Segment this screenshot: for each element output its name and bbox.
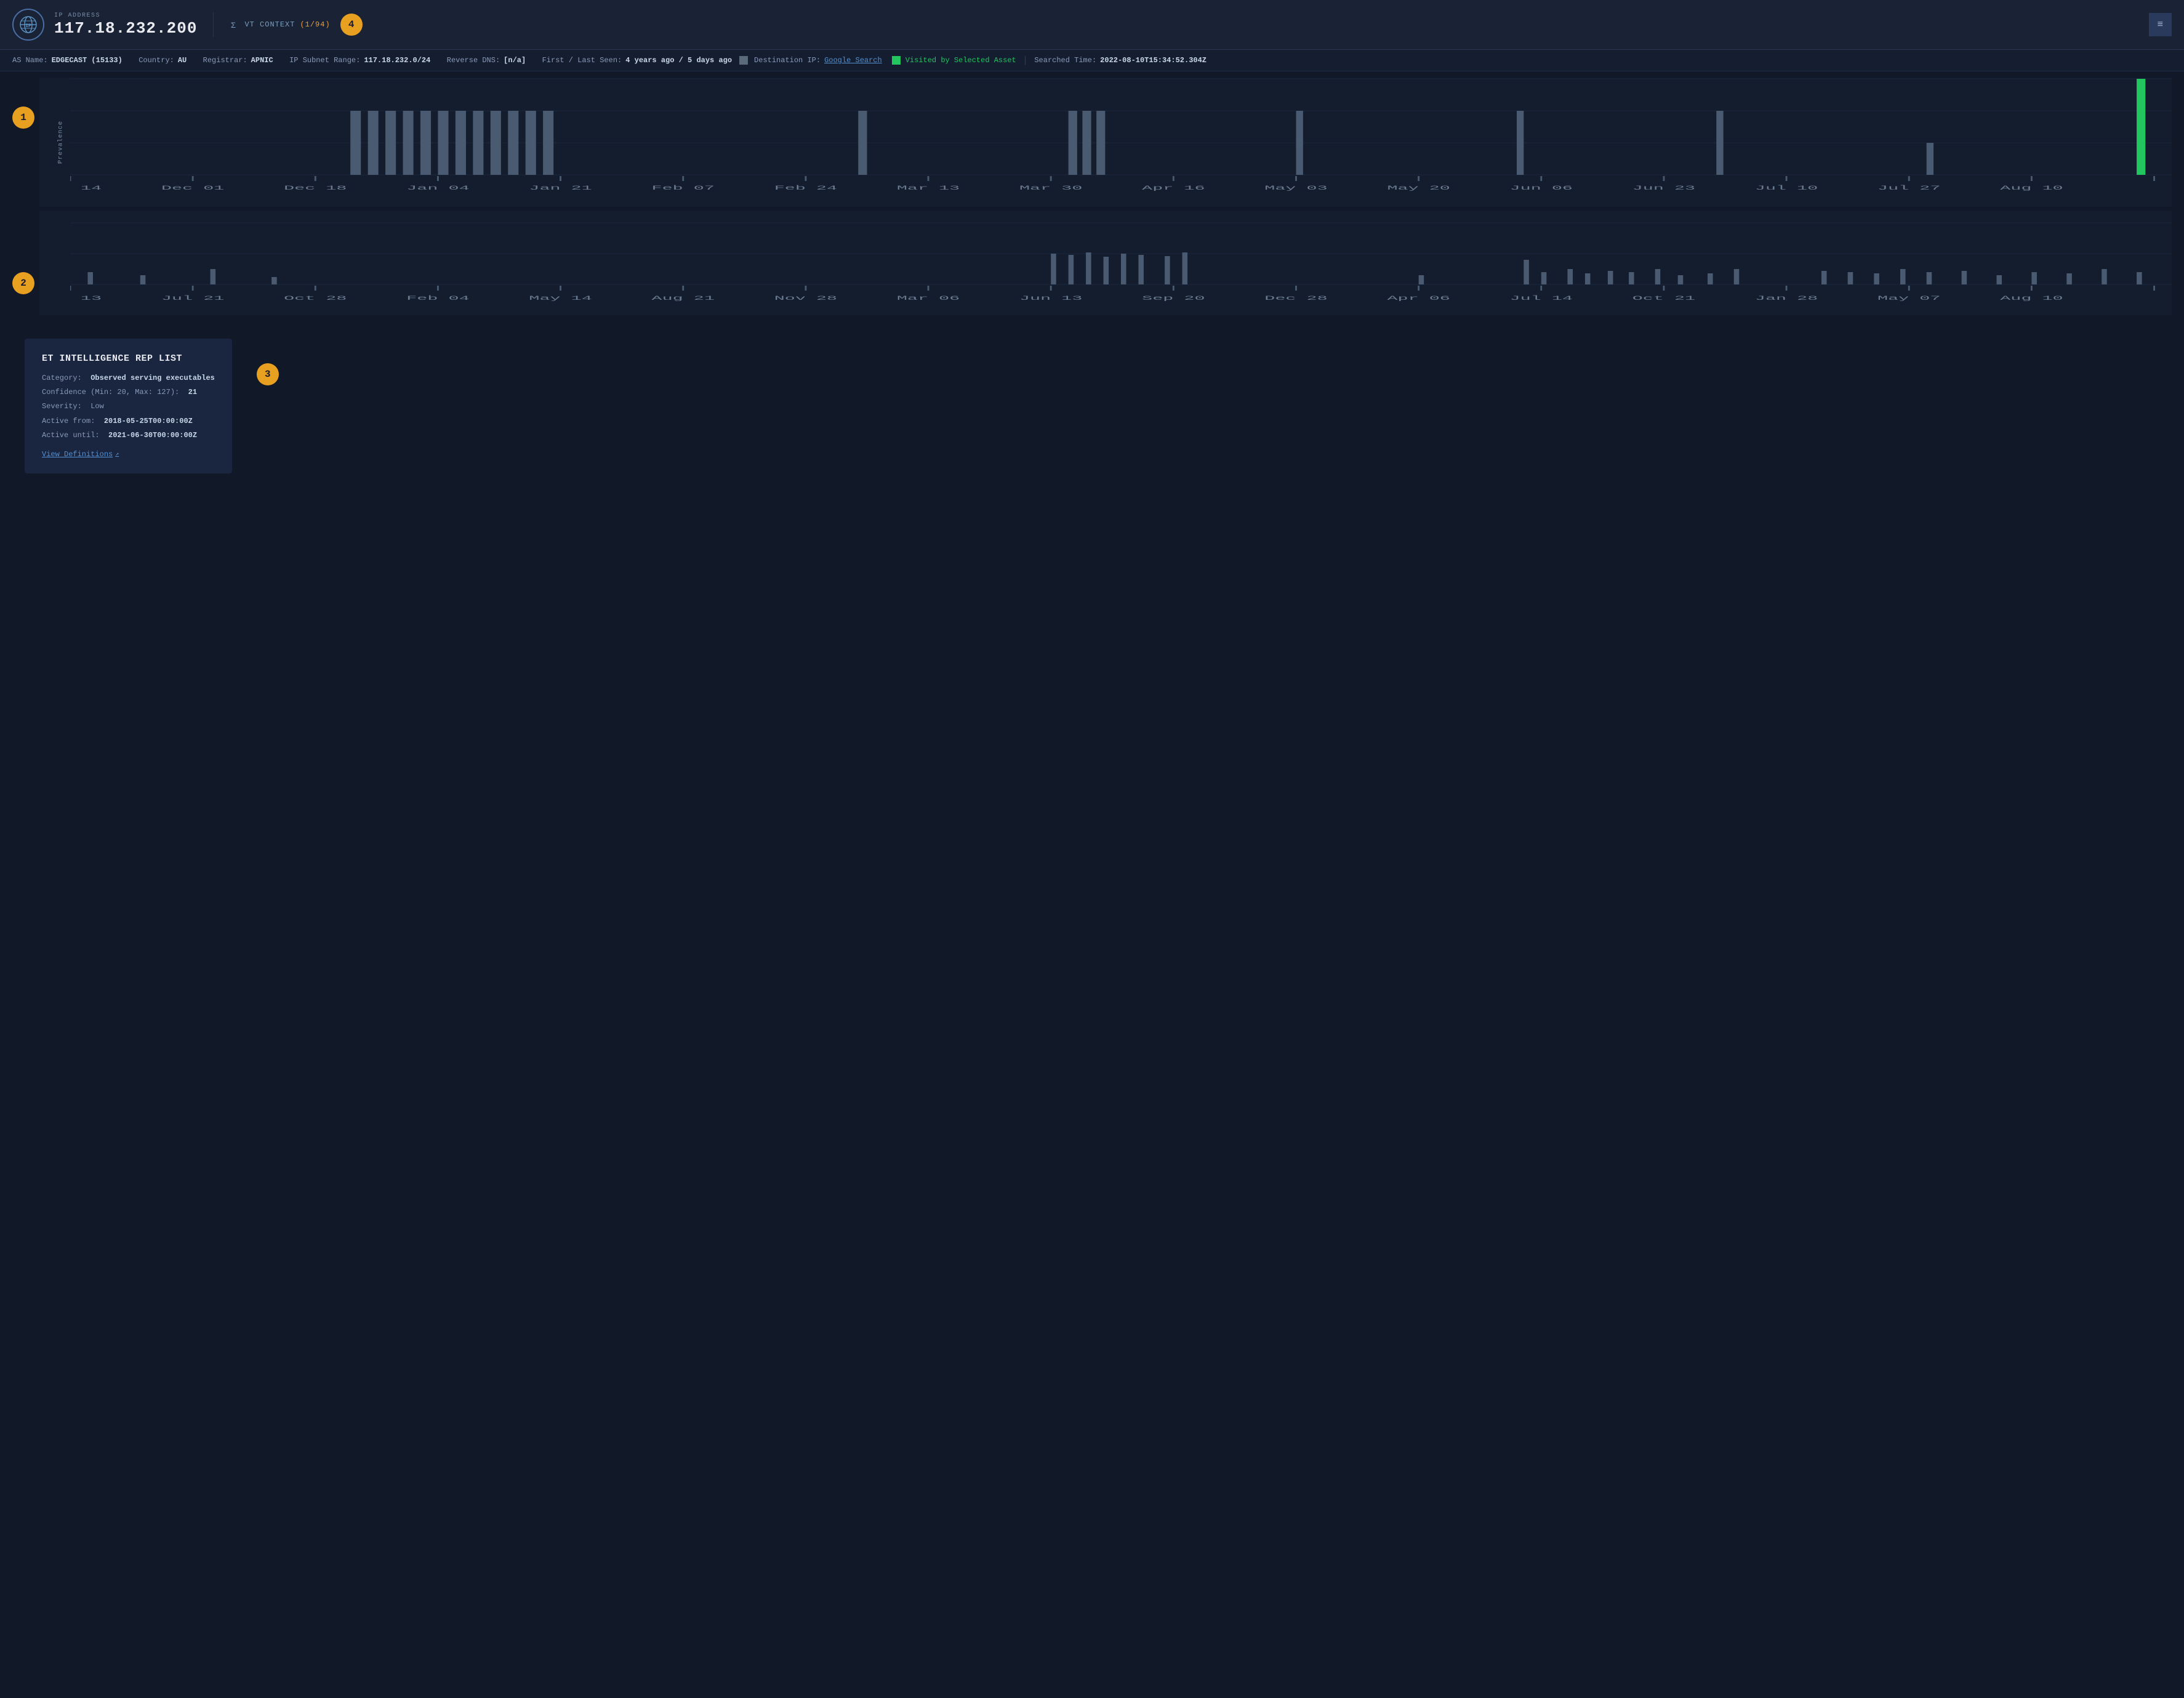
seen-label: First / Last Seen: <box>542 56 622 65</box>
svg-text:Aug 10: Aug 10 <box>2000 185 2063 191</box>
svg-text:Jun 13: Jun 13 <box>1019 295 1082 302</box>
svg-text:Apr 06: Apr 06 <box>1387 295 1450 302</box>
charts-container: 1 2 Prevalence <box>0 71 2184 316</box>
svg-text:Jul 27: Jul 27 <box>1877 185 1940 191</box>
dest-ip-legend <box>739 56 748 65</box>
header-ip-block: IP ADDRESS 117.18.232.200 <box>54 12 197 38</box>
svg-text:Sep 20: Sep 20 <box>1142 295 1205 302</box>
severity-line: Severity: Low <box>42 401 215 412</box>
svg-text:Dec 01: Dec 01 <box>161 185 224 191</box>
svg-text:Jul 21: Jul 21 <box>161 295 224 302</box>
svg-text:May 14: May 14 <box>529 295 592 302</box>
svg-text:Apr 13: Apr 13 <box>70 295 102 302</box>
category-line: Category: Observed serving executables <box>42 372 215 384</box>
chart1-svg: 0 1 2 4 <box>70 78 2172 207</box>
svg-text:Apr 16: Apr 16 <box>1142 185 1205 191</box>
step4-bubble: 4 <box>340 14 363 36</box>
svg-text:Jan 21: Jan 21 <box>529 185 592 191</box>
header: IP IP ADDRESS 117.18.232.200 Σ VT CONTEX… <box>0 0 2184 50</box>
subnet-label: IP Subnet Range: <box>289 56 360 65</box>
svg-text:Jan 04: Jan 04 <box>406 185 469 191</box>
seen-value: 4 years ago / 5 days ago <box>625 56 732 65</box>
active-until-line: Active until: 2021-06-30T00:00:00Z <box>42 430 215 441</box>
step1-bubble: 1 <box>12 107 34 129</box>
et-intel-card: ET INTELLIGENCE REP LIST Category: Obser… <box>25 339 232 473</box>
svg-text:Nov 28: Nov 28 <box>774 295 837 302</box>
sigma-icon: Σ <box>230 20 239 30</box>
svg-text:Aug 21: Aug 21 <box>652 295 715 302</box>
meta-bar: AS Name: EDGECAST (15133) Country: AU Re… <box>0 50 2184 71</box>
svg-text:May 07: May 07 <box>1877 295 1940 302</box>
card-title: ET INTELLIGENCE REP LIST <box>42 353 215 364</box>
category-value: Observed serving executables <box>90 374 215 382</box>
svg-text:Mar 30: Mar 30 <box>1019 185 1082 191</box>
svg-text:Jul 10: Jul 10 <box>1755 185 1818 191</box>
registrar-label: Registrar: <box>203 56 247 65</box>
header-divider <box>213 12 214 37</box>
svg-text:Σ: Σ <box>231 21 236 30</box>
filter-button[interactable]: ≡ <box>2149 13 2172 36</box>
svg-text:Jun 23: Jun 23 <box>1632 185 1695 191</box>
chart1: Prevalence 0 1 2 4 <box>39 78 2172 207</box>
ip-address: 117.18.232.200 <box>54 19 197 38</box>
svg-text:Feb 04: Feb 04 <box>406 295 469 302</box>
svg-text:Feb 24: Feb 24 <box>774 185 837 191</box>
as-name-label: AS Name: <box>12 56 48 65</box>
active-from-value: 2018-05-25T00:00:00Z <box>104 417 193 425</box>
ip-globe-icon: IP <box>12 9 44 41</box>
svg-text:Dec 18: Dec 18 <box>284 185 347 191</box>
chart2: 0 2 4 <box>39 211 2172 315</box>
severity-value: Low <box>90 402 104 411</box>
external-link-icon: ↗ <box>115 451 119 458</box>
svg-text:Jun 06: Jun 06 <box>1510 185 1573 191</box>
ip-label: IP ADDRESS <box>54 12 197 19</box>
step3-bubble: 3 <box>257 363 279 385</box>
google-search-link[interactable]: Google Search <box>824 56 882 65</box>
rdns-label: Reverse DNS: <box>447 56 500 65</box>
vt-context-count: (1/94) <box>300 20 330 29</box>
country-value: AU <box>178 56 187 65</box>
searched-value: 2022-08-10T15:34:52.304Z <box>1100 56 1206 65</box>
svg-text:May 20: May 20 <box>1387 185 1450 191</box>
visited-label: Visited by Selected Asset <box>905 56 1016 65</box>
svg-text:Nov 14: Nov 14 <box>70 185 102 191</box>
registrar-value: APNIC <box>251 56 273 65</box>
country-label: Country: <box>139 56 174 65</box>
info-section: ET INTELLIGENCE REP LIST Category: Obser… <box>0 316 2184 496</box>
as-name-value: EDGECAST (15133) <box>52 56 122 65</box>
svg-text:Mar 06: Mar 06 <box>897 295 960 302</box>
vt-context-label: VT CONTEXT <box>244 20 295 29</box>
active-from-line: Active from: 2018-05-25T00:00:00Z <box>42 416 215 427</box>
visited-legend <box>892 56 901 65</box>
dest-ip-label: Destination IP: <box>754 56 821 65</box>
chart2-svg: 0 2 4 <box>70 211 2172 315</box>
svg-text:Jul 14: Jul 14 <box>1510 295 1573 302</box>
confidence-value: 21 <box>188 388 197 396</box>
confidence-line: Confidence (Min: 20, Max: 127): 21 <box>42 387 215 398</box>
svg-text:Oct 28: Oct 28 <box>284 295 347 302</box>
active-until-value: 2021-06-30T00:00:00Z <box>108 431 197 440</box>
svg-text:Mar 13: Mar 13 <box>897 185 960 191</box>
rdns-value: [n/a] <box>504 56 526 65</box>
svg-text:May 03: May 03 <box>1264 185 1327 191</box>
chart1-y-label: Prevalence <box>58 121 65 164</box>
subnet-value: 117.18.232.0/24 <box>364 56 430 65</box>
svg-text:Dec 28: Dec 28 <box>1264 295 1327 302</box>
vt-context[interactable]: Σ VT CONTEXT (1/94) <box>230 20 330 30</box>
searched-label: Searched Time: <box>1034 56 1096 65</box>
svg-text:Oct 21: Oct 21 <box>1632 295 1695 302</box>
step2-bubble: 2 <box>12 272 34 294</box>
svg-text:Aug 10: Aug 10 <box>2000 295 2063 302</box>
svg-text:IP: IP <box>25 23 31 29</box>
svg-text:Jan 28: Jan 28 <box>1755 295 1818 302</box>
view-definitions-link[interactable]: View Definitions ↗ <box>42 450 119 459</box>
step3-container: 3 <box>257 326 279 385</box>
chart-panel: Prevalence 0 1 2 4 <box>39 78 2172 316</box>
svg-text:Feb 07: Feb 07 <box>652 185 715 191</box>
